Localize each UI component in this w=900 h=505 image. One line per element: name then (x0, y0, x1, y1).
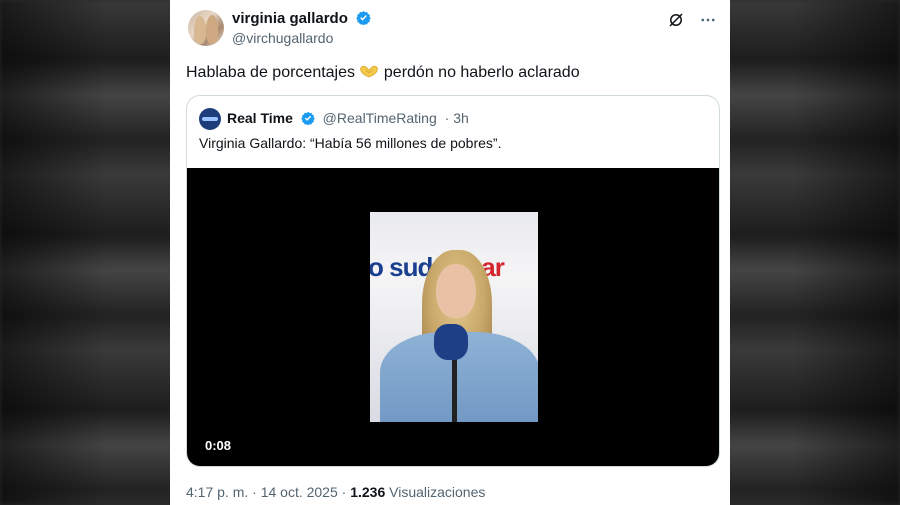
tweet-actions-top (666, 10, 718, 30)
quoted-author-name[interactable]: Real Time (227, 110, 293, 126)
verified-badge-icon (356, 10, 371, 25)
tweet-text-part-2: perdón no haberlo aclarado (379, 64, 580, 81)
quoted-author-handle[interactable]: @RealTimeRating (323, 110, 437, 126)
tweet-meta: 4:17 p. m. · 14 oct. 2025 · 1.236 Visual… (186, 484, 485, 500)
video-duration: 0:08 (205, 438, 232, 453)
quoted-text: Virginia Gallardo: “Había 56 millones de… (199, 135, 502, 151)
grok-icon[interactable] (666, 10, 686, 30)
video-frame: o suda car (370, 212, 538, 422)
video-player[interactable]: o suda car 0:08 (187, 168, 719, 466)
quoted-tweet[interactable]: Real Time @RealTimeRating · 3h Virginia … (186, 95, 720, 467)
author-handle[interactable]: @virchugallardo (232, 30, 333, 46)
tweet-text-part-1: Hablaba de porcentajes (186, 64, 360, 81)
tweet-text: Hablaba de porcentajes perdón no haberlo… (186, 63, 716, 83)
views-label: Visualizaciones (385, 484, 486, 500)
ellipsis-icon (701, 18, 715, 22)
tweet-card: virginia gallardo @virchugallardo Hablab… (170, 0, 730, 505)
author-avatar[interactable] (188, 10, 224, 46)
tweet-timestamp[interactable]: 4:17 p. m. · 14 oct. 2025 · (186, 484, 350, 500)
more-options-icon[interactable] (698, 10, 718, 30)
microphone-icon (434, 324, 468, 360)
quoted-author-avatar[interactable] (199, 108, 221, 130)
author-name[interactable]: virginia gallardo (232, 10, 348, 27)
verified-badge-icon (301, 111, 315, 125)
person-face (436, 264, 476, 318)
mic-stand (452, 357, 457, 422)
grok-glyph-icon (669, 13, 683, 27)
heart-hands-icon (360, 65, 379, 78)
views-count: 1.236 (350, 484, 386, 500)
author-name-row[interactable]: virginia gallardo (232, 10, 371, 27)
quoted-header: Real Time @RealTimeRating · 3h (227, 109, 469, 127)
quoted-age: · 3h (444, 110, 469, 126)
